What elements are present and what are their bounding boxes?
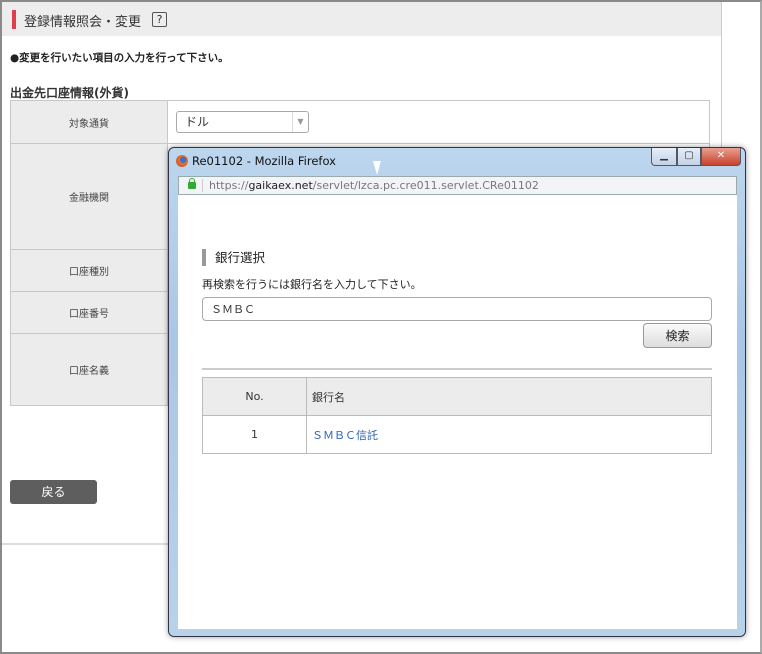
chevron-down-icon: ▼ bbox=[292, 112, 308, 132]
lock-icon bbox=[188, 178, 196, 189]
column-header-no: No. bbox=[202, 377, 307, 416]
window-title: Re01102 - Mozilla Firefox bbox=[192, 154, 336, 168]
url-bar[interactable]: https://gaikaex.net/servlet/lzca.pc.cre0… bbox=[178, 176, 737, 195]
results-table: No. 銀行名 1 ＳＭＢＣ信託 bbox=[202, 377, 712, 454]
row-number: 1 bbox=[202, 415, 307, 454]
table-row: 1 ＳＭＢＣ信託 bbox=[202, 415, 712, 454]
currency-select[interactable]: ドル ▼ bbox=[176, 111, 309, 133]
popup-content: 銀行選択 再検索を行うには銀行名を入力して下さい。 検索 No. 銀行名 1 Ｓ… bbox=[178, 195, 737, 629]
help-icon[interactable]: ? bbox=[152, 12, 167, 27]
accent-bar bbox=[12, 10, 16, 29]
minimize-button[interactable]: ▁ bbox=[651, 148, 677, 166]
bank-link[interactable]: ＳＭＢＣ信託 bbox=[312, 429, 378, 442]
url-scheme: https:// bbox=[209, 179, 249, 192]
divider bbox=[202, 179, 203, 192]
page-header: 登録情報照会・変更 ? bbox=[2, 2, 721, 36]
currency-value: ドル bbox=[185, 115, 210, 129]
back-button[interactable]: 戻る bbox=[10, 480, 97, 504]
section-title: 出金先口座情報(外貨) bbox=[10, 86, 129, 100]
close-button[interactable]: ✕ bbox=[701, 148, 741, 166]
divider bbox=[202, 368, 712, 370]
search-instruction: 再検索を行うには銀行名を入力して下さい。 bbox=[202, 278, 422, 291]
bank-select-heading: 銀行選択 bbox=[202, 249, 265, 266]
table-header-row: No. 銀行名 bbox=[202, 377, 712, 416]
instruction-note: ●変更を行いたい項目の入力を行って下さい。 bbox=[10, 52, 229, 64]
url-path: /servlet/lzca.pc.cre011.servlet.CRe01102 bbox=[312, 179, 539, 192]
label-currency: 対象通貨 bbox=[10, 100, 168, 144]
label-institution: 金融機関 bbox=[10, 143, 168, 250]
popup-window: Re01102 - Mozilla Firefox ▁ ▢ ✕ https://… bbox=[168, 147, 746, 637]
url-domain: gaikaex.net bbox=[248, 179, 313, 192]
maximize-button[interactable]: ▢ bbox=[677, 148, 701, 166]
page-title: 登録情報照会・変更 bbox=[24, 15, 142, 30]
search-button[interactable]: 検索 bbox=[643, 323, 712, 348]
bank-search-input[interactable] bbox=[202, 297, 712, 321]
column-header-bank-name: 銀行名 bbox=[306, 377, 712, 416]
label-account-number: 口座番号 bbox=[10, 291, 168, 334]
firefox-icon bbox=[176, 155, 188, 167]
label-account-type: 口座種別 bbox=[10, 249, 168, 292]
label-account-holder: 口座名義 bbox=[10, 333, 168, 406]
